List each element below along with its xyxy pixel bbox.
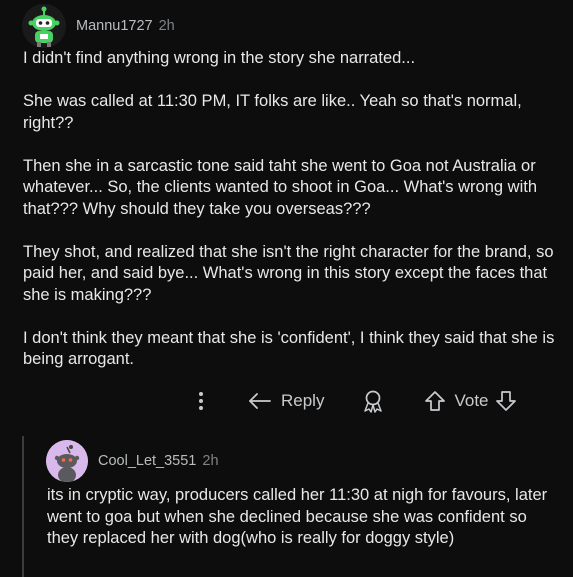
award-icon [364, 390, 383, 413]
snoo-avatar-icon [22, 4, 66, 48]
reply-body: its in cryptic way, producers called her… [47, 486, 548, 547]
more-options-button[interactable] [190, 391, 212, 411]
vote-label: Vote [454, 391, 489, 410]
upvote-icon [425, 391, 446, 411]
downvote-icon [495, 391, 516, 411]
comment-actions: Reply Vote [190, 384, 517, 418]
reply-author[interactable]: Cool_Let_3551 [98, 453, 196, 469]
award-button[interactable] [362, 389, 384, 413]
reply-header: Cool_Let_3551 2h [46, 440, 219, 482]
downvote-button[interactable] [495, 390, 517, 412]
reply-arrow-icon [249, 393, 271, 409]
comment-author[interactable]: Mannu1727 [76, 18, 153, 34]
comment-header: Mannu1727 2h [22, 4, 175, 48]
comment-paragraph: Then she in a sarcastic tone said taht s… [23, 156, 537, 218]
comment-time: 2h [158, 18, 175, 34]
upvote-button[interactable] [424, 390, 446, 412]
comment-paragraph: She was called at 11:30 PM, IT folks are… [23, 92, 522, 132]
reply-time: 2h [202, 453, 219, 469]
comment-body: I didn't find anything wrong in the stor… [23, 48, 558, 392]
comment-paragraph: I didn't find anything wrong in the stor… [23, 49, 416, 67]
reply-label: Reply [281, 391, 325, 410]
snoo-avatar-icon [46, 440, 88, 482]
reply-avatar[interactable] [46, 440, 88, 482]
vote-controls: Vote [424, 390, 516, 412]
comment-paragraph: I don't think they meant that she is 'co… [23, 328, 555, 369]
comment-paragraph: They shot, and realized that she isn't t… [23, 242, 554, 304]
user-avatar[interactable] [22, 4, 66, 48]
reply-button[interactable]: Reply [248, 391, 324, 411]
more-options-icon [199, 392, 203, 410]
thread-line[interactable] [22, 436, 24, 577]
